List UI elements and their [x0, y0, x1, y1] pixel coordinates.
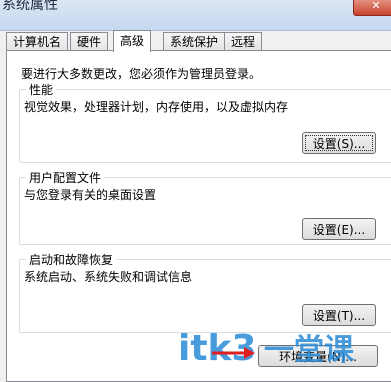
- user-profiles-desc: 与您登录有关的桌面设置: [24, 188, 157, 202]
- close-button[interactable]: ✕: [353, 0, 391, 16]
- red-arrow-icon: [212, 347, 255, 359]
- close-icon: ✕: [371, 0, 381, 12]
- tab-hardware[interactable]: 硬件: [70, 32, 109, 51]
- window-title: 系统属性: [2, 0, 58, 13]
- title-bar: 系统属性 ✕: [0, 0, 391, 31]
- startup-recovery-title: 启动和故障恢复: [26, 251, 117, 268]
- user-profiles-group: 用户配置文件 与您登录有关的桌面设置 设置(E)...: [19, 169, 391, 245]
- tab-advanced[interactable]: 高级: [113, 30, 152, 52]
- tab-system-protection[interactable]: 系统保护: [163, 32, 226, 51]
- startup-recovery-group: 启动和故障恢复 系统启动、系统失败和调试信息 设置(T)...: [19, 251, 391, 333]
- environment-variables-button[interactable]: 环境变量(N)...: [258, 345, 378, 367]
- admin-notice: 要进行大多数更改，您必须作为管理员登录。: [21, 67, 262, 81]
- advanced-panel: 要进行大多数更改，您必须作为管理员登录。 性能 视觉效果，处理器计划，内存使用，…: [6, 50, 391, 382]
- startup-recovery-settings-button[interactable]: 设置(T)...: [302, 304, 376, 326]
- performance-group: 性能 视觉效果，处理器计划，内存使用，以及虚拟内存 设置(S)...: [19, 81, 391, 163]
- performance-settings-button[interactable]: 设置(S)...: [302, 132, 376, 154]
- startup-recovery-desc: 系统启动、系统失败和调试信息: [24, 270, 193, 284]
- tab-computer-name[interactable]: 计算机名: [6, 32, 69, 51]
- performance-desc: 视觉效果，处理器计划，内存使用，以及虚拟内存: [24, 100, 289, 114]
- user-profiles-settings-button[interactable]: 设置(E)...: [302, 218, 376, 240]
- performance-title: 性能: [26, 81, 57, 98]
- user-profiles-title: 用户配置文件: [26, 169, 105, 186]
- tab-remote[interactable]: 远程: [224, 32, 263, 51]
